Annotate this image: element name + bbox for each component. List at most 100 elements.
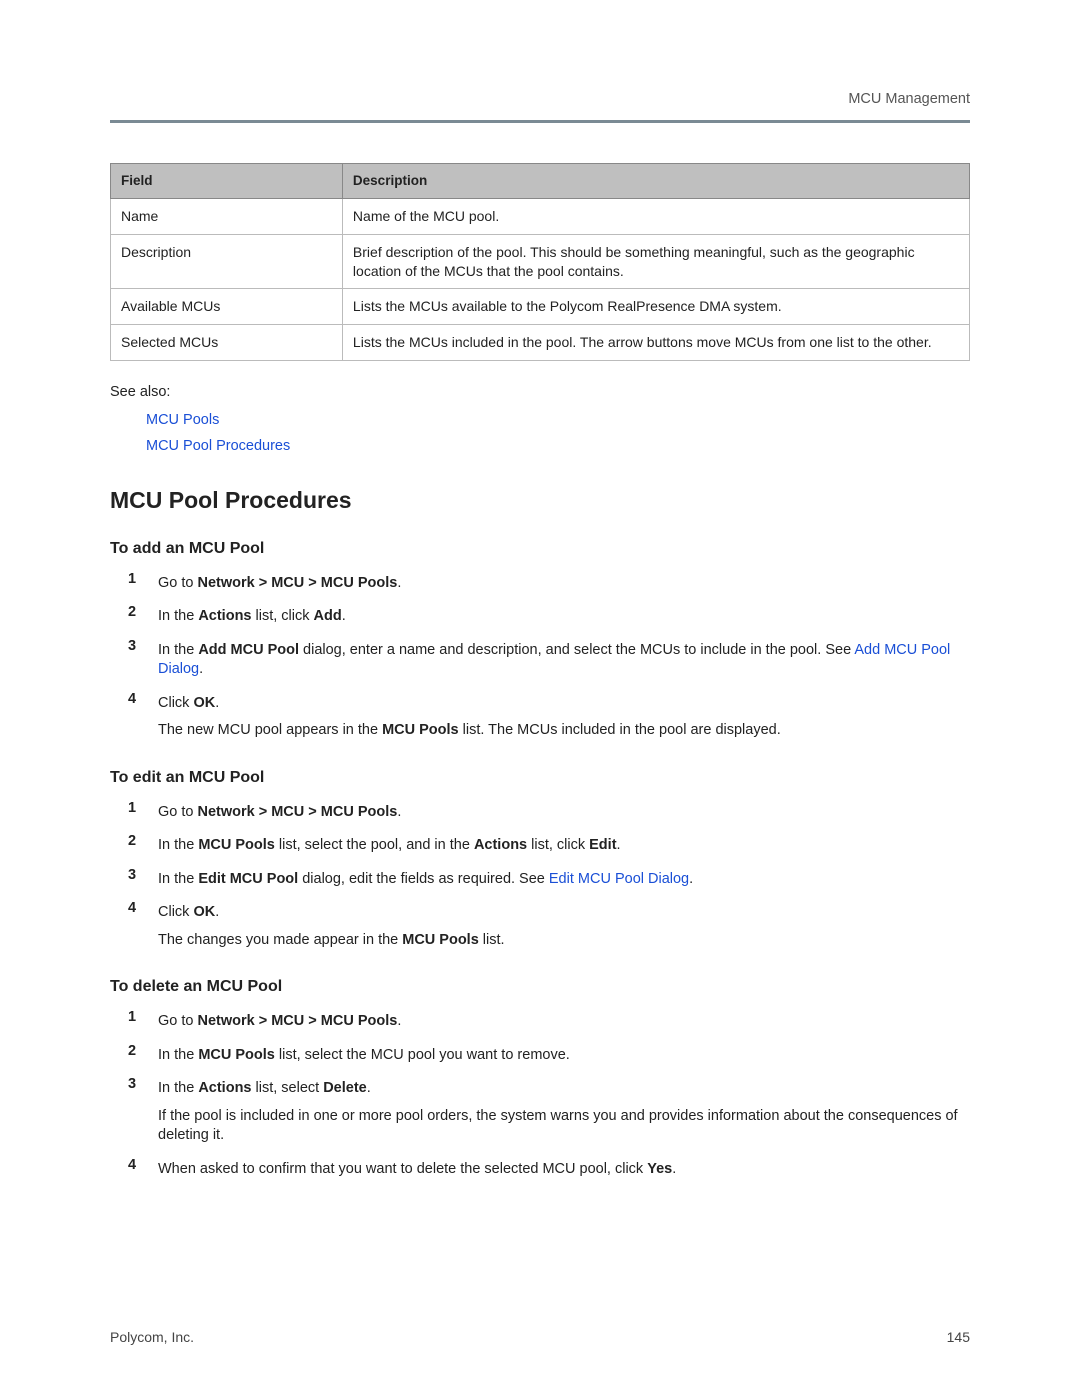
text: . — [342, 608, 346, 624]
text-bold: MCU Pools — [402, 932, 479, 948]
step: 3 In the Edit MCU Pool dialog, edit the … — [110, 866, 970, 894]
text: Click — [158, 904, 193, 920]
text: list, select — [251, 1080, 323, 1096]
text: Go to — [158, 575, 198, 591]
step-number: 2 — [128, 603, 152, 631]
text: dialog, enter a name and description, an… — [299, 642, 854, 658]
step: 2 In the MCU Pools list, select the MCU … — [110, 1042, 970, 1070]
text: list, select the pool, and in the — [275, 837, 474, 853]
cell-desc: Name of the MCU pool. — [342, 198, 969, 234]
text-bold: Network > MCU > MCU Pools — [198, 1013, 398, 1029]
text: . — [397, 575, 401, 591]
table-row: Description Brief description of the poo… — [111, 234, 970, 289]
text-bold: MCU Pools — [198, 837, 275, 853]
text: Go to — [158, 1013, 198, 1029]
text: The new MCU pool appears in the — [158, 722, 382, 738]
steps-add: 1 Go to Network > MCU > MCU Pools. 2 In … — [110, 570, 970, 745]
step: 1 Go to Network > MCU > MCU Pools. — [110, 799, 970, 827]
text: Go to — [158, 804, 198, 820]
cell-field: Selected MCUs — [111, 325, 343, 361]
text: When asked to confirm that you want to d… — [158, 1161, 647, 1177]
text-bold: OK — [193, 695, 215, 711]
see-also-links: MCU Pools MCU Pool Procedures — [146, 407, 970, 459]
text-bold: MCU Pools — [382, 722, 459, 738]
footer-page-number: 145 — [947, 1328, 970, 1347]
text: . — [397, 1013, 401, 1029]
text-bold: Edit MCU Pool — [198, 871, 298, 887]
step: 4 Click OK. The new MCU pool appears in … — [110, 690, 970, 745]
text: list, click — [527, 837, 589, 853]
step: 3 In the Actions list, select Delete. If… — [110, 1075, 970, 1150]
text: list. The MCUs included in the pool are … — [459, 722, 781, 738]
step: 2 In the Actions list, click Add. — [110, 603, 970, 631]
text: list, select the MCU pool you want to re… — [275, 1047, 570, 1063]
heading-edit: To edit an MCU Pool — [110, 767, 970, 789]
text: . — [672, 1161, 676, 1177]
step-number: 1 — [128, 799, 152, 827]
text: In the — [158, 608, 198, 624]
section-title: MCU Pool Procedures — [110, 485, 970, 516]
step-number: 1 — [128, 1008, 152, 1036]
text-bold: OK — [193, 904, 215, 920]
step-number: 1 — [128, 570, 152, 598]
cell-field: Name — [111, 198, 343, 234]
cell-field: Description — [111, 234, 343, 289]
text-bold: Yes — [647, 1161, 672, 1177]
text-bold: Add — [314, 608, 342, 624]
text: list. — [479, 932, 505, 948]
text: If the pool is included in one or more p… — [158, 1107, 970, 1146]
fields-table: Field Description Name Name of the MCU p… — [110, 163, 970, 362]
text: . — [397, 804, 401, 820]
cell-desc: Brief description of the pool. This shou… — [342, 234, 969, 289]
cell-desc: Lists the MCUs included in the pool. The… — [342, 325, 969, 361]
text: In the — [158, 837, 198, 853]
heading-add: To add an MCU Pool — [110, 538, 970, 560]
step-number: 3 — [128, 1075, 152, 1150]
header-section-label: MCU Management — [110, 90, 970, 110]
table-row: Selected MCUs Lists the MCUs included in… — [111, 325, 970, 361]
link-mcu-pools[interactable]: MCU Pools — [146, 412, 219, 428]
text-bold: Network > MCU > MCU Pools — [198, 575, 398, 591]
step: 4 When asked to confirm that you want to… — [110, 1156, 970, 1184]
text: . — [215, 904, 219, 920]
step: 2 In the MCU Pools list, select the pool… — [110, 832, 970, 860]
step-number: 4 — [128, 690, 152, 745]
step-number: 2 — [128, 1042, 152, 1070]
text-bold: Delete — [323, 1080, 367, 1096]
text-bold: MCU Pools — [198, 1047, 275, 1063]
step-number: 3 — [128, 866, 152, 894]
step: 1 Go to Network > MCU > MCU Pools. — [110, 1008, 970, 1036]
text: In the — [158, 642, 198, 658]
text: list, click — [251, 608, 313, 624]
th-field: Field — [111, 163, 343, 198]
text: . — [689, 871, 693, 887]
text: . — [617, 837, 621, 853]
steps-edit: 1 Go to Network > MCU > MCU Pools. 2 In … — [110, 799, 970, 955]
text-bold: Add MCU Pool — [198, 642, 299, 658]
text-bold: Actions — [198, 608, 251, 624]
text: . — [367, 1080, 371, 1096]
cell-desc: Lists the MCUs available to the Polycom … — [342, 289, 969, 325]
link-mcu-pool-procedures[interactable]: MCU Pool Procedures — [146, 438, 290, 454]
see-also-label: See also: — [110, 383, 970, 403]
text-bold: Actions — [198, 1080, 251, 1096]
step: 4 Click OK. The changes you made appear … — [110, 899, 970, 954]
step-number: 3 — [128, 637, 152, 684]
footer-company: Polycom, Inc. — [110, 1328, 194, 1347]
table-row: Name Name of the MCU pool. — [111, 198, 970, 234]
text: . — [199, 661, 203, 677]
text-bold: Network > MCU > MCU Pools — [198, 804, 398, 820]
step: 3 In the Add MCU Pool dialog, enter a na… — [110, 637, 970, 684]
text: . — [215, 695, 219, 711]
page: MCU Management Field Description Name Na… — [0, 0, 1080, 1397]
link-edit-mcu-pool-dialog[interactable]: Edit MCU Pool Dialog — [549, 871, 689, 887]
text: The changes you made appear in the — [158, 932, 402, 948]
heading-delete: To delete an MCU Pool — [110, 976, 970, 998]
text: In the — [158, 871, 198, 887]
table-row: Available MCUs Lists the MCUs available … — [111, 289, 970, 325]
cell-field: Available MCUs — [111, 289, 343, 325]
text: dialog, edit the fields as required. See — [298, 871, 549, 887]
th-description: Description — [342, 163, 969, 198]
footer: Polycom, Inc. 145 — [110, 1328, 970, 1347]
step-number: 4 — [128, 1156, 152, 1184]
